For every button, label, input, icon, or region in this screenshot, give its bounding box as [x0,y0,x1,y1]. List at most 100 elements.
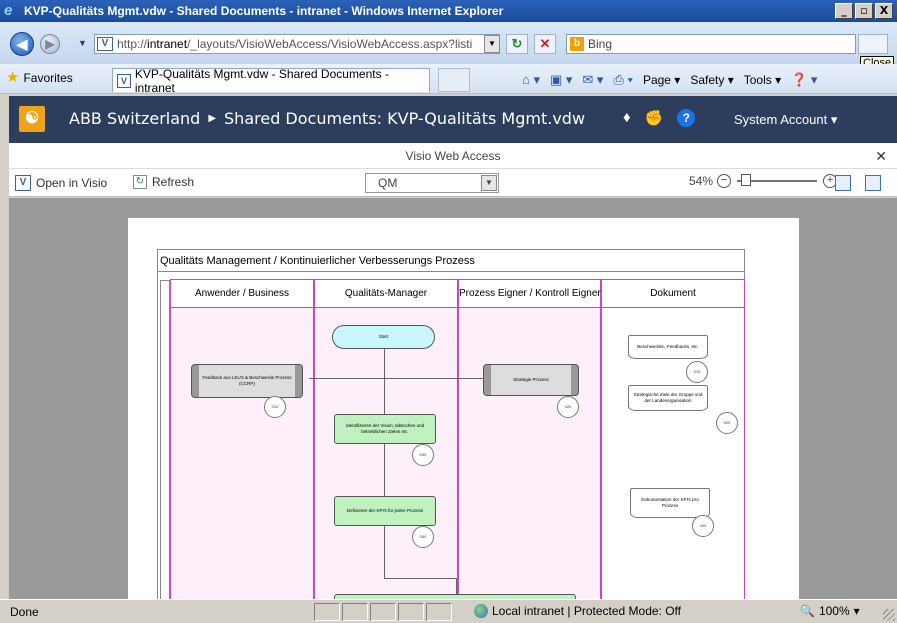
breadcrumb-site[interactable]: ABB Switzerland [69,109,200,128]
connector [384,524,385,578]
home-icon[interactable]: ⌂ ▾ [522,72,540,88]
notes-icon[interactable]: ✊ [645,109,664,127]
refresh-icon: ↻ [133,175,147,189]
tab-title: KVP-Qualitäts Mgmt.vdw - Shared Document… [134,66,389,95]
maximize-button[interactable]: ▫ [855,3,873,19]
status-bar: Done Local intranet | Protected Mode: Of… [0,599,897,623]
window-title: KVP-Qualitäts Mgmt.vdw - Shared Document… [24,4,504,18]
ref-circle: 020 [716,412,738,434]
connector [384,442,385,496]
tag-icon[interactable]: ♦ [623,109,631,127]
zoom-control: 54% − + [689,174,838,188]
document-shape[interactable]: Dokumentation der KPI's pro Prozess [630,488,710,518]
breadcrumb: ABB Switzerland ▶ Shared Documents: KVP-… [69,109,585,128]
ref-circle: 030 [412,444,434,466]
status-segment [426,603,452,621]
connector [384,348,385,414]
status-zoom-value: 100% [818,604,850,618]
vwa-title-bar: Visio Web Access ✕ [9,143,897,169]
strategie-process-shape[interactable]: Strategie Prozess [483,364,579,396]
bing-icon: b [570,37,584,51]
open-in-visio-button[interactable]: V Open in Visio [15,175,107,191]
search-placeholder: Bing [588,37,613,51]
mail-icon[interactable]: ✉ ▾ [582,72,603,88]
close-button[interactable]: X [875,3,893,19]
zoom-slider-thumb[interactable] [741,174,752,186]
status-segment [342,603,368,621]
search-button[interactable] [858,34,888,54]
breadcrumb-page: Shared Documents: KVP-Qualitäts Mgmt.vdw [224,109,586,128]
lane-header: Prozess Eigner / Kontroll Eigner [459,280,601,308]
new-tab-button[interactable] [438,68,470,92]
account-menu[interactable]: System Account ▾ [734,112,837,128]
tools-menu[interactable]: Tools ▾ [744,73,781,87]
forward-button[interactable]: ▶ [40,34,60,54]
address-bar[interactable]: V http://intranet/_layouts/VisioWebAcces… [94,34,500,54]
visio-page-icon: V [97,37,113,51]
refresh-button[interactable]: ↻ Refresh [133,175,194,189]
lane-header: Anwender / Business [171,280,313,308]
status-text: Done [10,605,39,619]
zone-label: Local intranet | Protected Mode: Off [492,604,681,618]
drawing-canvas[interactable]: Qualitäts Management / Kontinuierlicher … [9,198,897,599]
document-shape[interactable]: Strategische Ziele der Gruppe und der La… [628,385,708,411]
stop-button[interactable]: ✕ [534,34,556,54]
window-title-bar: e KVP-Qualitäts Mgmt.vdw - Shared Docume… [0,0,897,22]
security-zone[interactable]: Local intranet | Protected Mode: Off [474,604,681,618]
open-in-visio-label: Open in Visio [36,176,108,190]
fit-to-window-icon[interactable] [835,175,851,191]
browser-tab[interactable]: V KVP-Qualitäts Mgmt.vdw - Shared Docume… [112,66,430,95]
lane-dokument: Dokument [601,279,745,599]
page-select-dropdown-icon[interactable]: ▼ [481,175,497,191]
sharepoint-header: ☯ ABB Switzerland ▶ Shared Documents: KV… [9,96,897,143]
zoom-slider[interactable] [737,174,818,186]
zoom-out-icon[interactable]: − [717,174,732,188]
resize-grip-icon[interactable] [883,609,895,621]
page-select[interactable]: QM ▼ [365,173,499,193]
chevron-down-icon: ▾ [853,604,860,618]
visio-icon: V [15,175,31,191]
identify-goals-shape[interactable]: Identifizieren der Vision, taktischen un… [334,414,436,444]
favorites-bar: ★ Favorites V KVP-Qualitäts Mgmt.vdw - S… [0,64,897,95]
lane-header: Qualitäts-Manager [315,280,457,308]
address-dropdown-button[interactable]: ▼ [484,35,500,53]
favorites-label: Favorites [23,71,73,85]
swimlane-diagram: Qualitäts Management / Kontinuierlicher … [157,249,745,599]
star-icon: ★ [6,69,20,86]
url-text: http://intranet/_layouts/VisioWebAccess/… [117,37,473,51]
lane-anwender: Anwender / Business [170,279,314,599]
search-input[interactable]: b Bing [566,34,856,54]
vwa-close-icon[interactable]: ✕ [875,143,887,169]
address-toolbar: ◀ ▶ ▼ V http://intranet/_layouts/VisioWe… [0,22,897,70]
status-zoom[interactable]: 🔍 100% ▾ [800,604,860,618]
refresh-label: Refresh [152,175,195,189]
window-controls: _ ▫ X [835,3,893,19]
start-shape[interactable]: Start [332,325,435,349]
print-icon[interactable]: ⎙ ▾ [613,72,632,88]
feeds-icon[interactable]: ▣ ▾ [550,72,572,88]
help-question-icon[interactable]: ? [677,109,696,127]
ref-circle: 040 [692,515,714,537]
minimize-button[interactable]: _ [835,3,853,19]
drawing-page: Qualitäts Management / Kontinuierlicher … [128,218,799,599]
status-segment [398,603,424,621]
refresh-page-button[interactable]: ↻ [506,34,528,54]
help-icon[interactable]: ❓ ▾ [791,72,817,88]
feedback-process-shape[interactable]: Feedback aus LEU's & Beschwerde Prozess … [191,364,303,398]
vwa-toolbar: V Open in Visio ↻ Refresh QM ▼ 54% − + [9,169,897,197]
details-pane-icon[interactable] [865,175,881,191]
document-shape[interactable]: Beschwerden, Feedbacks, etc. [628,335,708,359]
favorites-button[interactable]: ★ Favorites [6,69,73,86]
define-kpi-shape[interactable]: Definieren der KPI's für jeden Prozess [334,496,436,526]
vwa-title: Visio Web Access [405,149,501,163]
lane-strip [160,280,170,599]
back-button[interactable]: ◀ [10,32,34,56]
status-segment [370,603,396,621]
recent-pages-dropdown[interactable]: ▼ [78,38,87,48]
intranet-zone-icon [474,604,488,618]
page-menu[interactable]: Page ▾ [643,73,680,87]
status-segment [314,603,340,621]
diagram-title: Qualitäts Management / Kontinuierlicher … [158,250,744,272]
safety-menu[interactable]: Safety ▾ [690,73,733,87]
sharepoint-logo-icon[interactable]: ☯ [19,106,45,132]
